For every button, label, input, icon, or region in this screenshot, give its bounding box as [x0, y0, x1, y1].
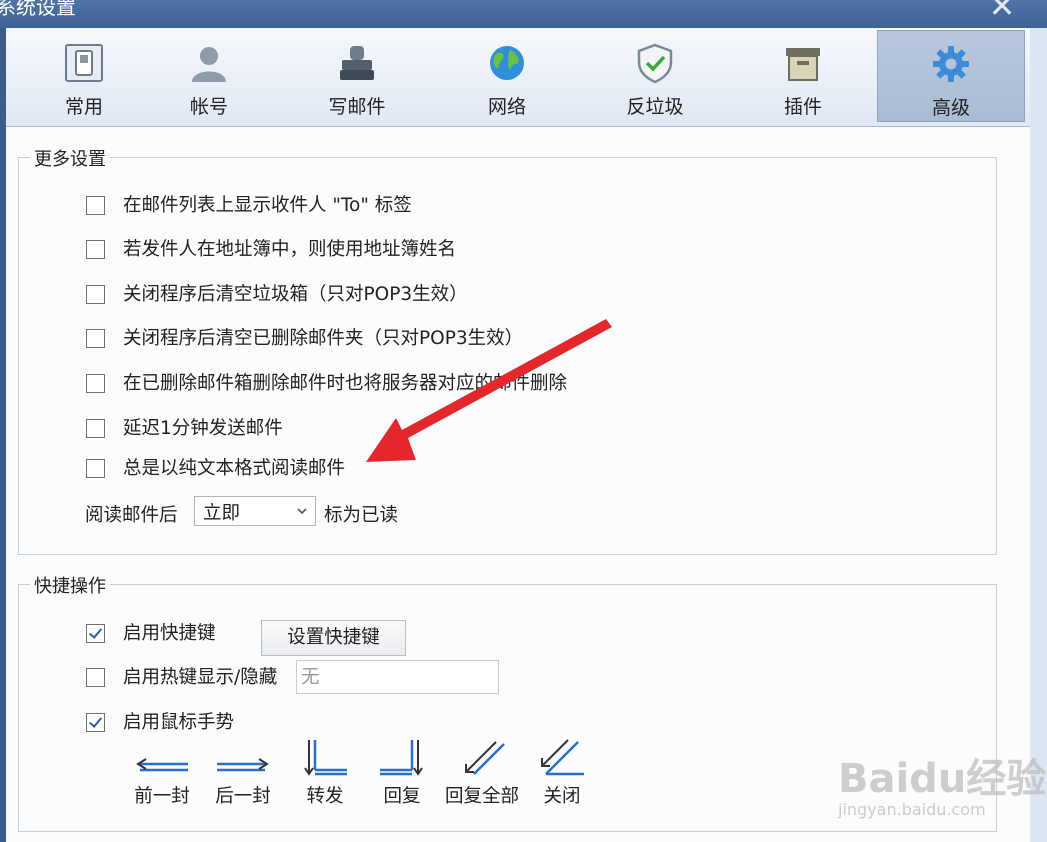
- read-after-label: 阅读邮件后: [85, 505, 178, 526]
- stamp-icon: [340, 46, 374, 80]
- window-title: 系统设置: [0, 0, 76, 19]
- option-label: 若发件人在地址簿中，则使用地址簿姓名: [123, 239, 457, 260]
- gesture-label: 后一封: [215, 786, 271, 807]
- option-label: 延迟1分钟发送邮件: [123, 418, 283, 439]
- tab-label: 插件: [783, 96, 822, 118]
- checkbox[interactable]: [86, 374, 105, 393]
- tab-label: 写邮件: [328, 96, 386, 118]
- checkbox[interactable]: [86, 713, 105, 732]
- down-left-icon: [380, 740, 423, 776]
- gesture-label: 回复全部: [444, 786, 519, 807]
- watermark-brand: Baidu经验: [838, 756, 1047, 802]
- mark-read-label: 标为已读: [324, 505, 399, 526]
- chevron-down-icon: [297, 508, 307, 515]
- group-title: 快捷操作: [30, 572, 110, 598]
- tab-network[interactable]: 网络: [433, 30, 581, 122]
- select-value: 立即: [203, 503, 241, 524]
- set-hotkeys-button[interactable]: 设置快捷键: [261, 620, 406, 656]
- down-right-icon: [304, 740, 347, 776]
- tab-antispam[interactable]: 反垃圾: [581, 30, 729, 122]
- gear-icon: [933, 46, 969, 82]
- group-title: 更多设置: [30, 145, 110, 171]
- checkbox[interactable]: [86, 285, 105, 304]
- checkbox[interactable]: [86, 240, 105, 259]
- tab-label: 高级: [931, 97, 970, 119]
- gesture-forward[interactable]: 转发: [285, 736, 365, 808]
- user-icon: [192, 47, 226, 82]
- gesture-label: 转发: [306, 786, 344, 807]
- settings-toolbar: 常用 帐号 写邮件 网络 反垃圾 插件 高级: [6, 28, 1030, 127]
- baidu-watermark: Baidu经验 jingyan.baidu.com: [838, 736, 1046, 826]
- checkbox[interactable]: [86, 419, 105, 438]
- arrow-right-icon: [217, 758, 269, 772]
- switch-icon: [65, 44, 103, 82]
- settings-window: 常用 帐号 写邮件 网络 反垃圾 插件 高级 更多设置 在邮件列表上显示收件人 …: [6, 28, 1030, 842]
- option-label: 启用热键显示/隐藏: [123, 667, 278, 688]
- box-icon: [786, 48, 820, 81]
- close-button[interactable]: ✕: [984, 0, 1020, 22]
- checkbox[interactable]: [86, 459, 105, 478]
- gesture-previous[interactable]: 前一封: [122, 736, 202, 808]
- tab-plugins[interactable]: 插件: [729, 30, 877, 122]
- gesture-next[interactable]: 后一封: [203, 736, 283, 808]
- tab-compose[interactable]: 写邮件: [283, 30, 431, 122]
- tab-label: 反垃圾: [626, 96, 684, 118]
- option-label: 在邮件列表上显示收件人 "To" 标签: [123, 195, 412, 216]
- tab-account[interactable]: 帐号: [135, 30, 283, 122]
- shield-icon: [637, 43, 673, 84]
- gesture-reply[interactable]: 回复: [362, 736, 442, 808]
- checkbox[interactable]: [86, 668, 105, 687]
- option-label: 总是以纯文本格式阅读邮件: [123, 458, 346, 479]
- checkbox[interactable]: [86, 624, 105, 643]
- show-hide-hotkey-field[interactable]: 无: [296, 660, 499, 694]
- option-label: 在已删除邮件箱删除邮件时也将服务器对应的邮件删除: [123, 373, 568, 394]
- gesture-label: 前一封: [134, 786, 190, 807]
- option-label: 关闭程序后清空垃圾箱（只对POP3生效）: [123, 284, 468, 305]
- arrow-left-icon: [136, 758, 188, 772]
- checkbox[interactable]: [86, 329, 105, 348]
- close-icon: ✕: [988, 0, 1016, 25]
- gesture-reply-all[interactable]: 回复全部: [442, 736, 522, 808]
- option-label: 关闭程序后清空已删除邮件夹（只对POP3生效）: [123, 328, 524, 349]
- diagonal-left-icon: [465, 741, 505, 775]
- title-bar: 系统设置 ✕: [0, 0, 1047, 28]
- option-label: 启用鼠标手势: [123, 712, 235, 733]
- watermark-url: jingyan.baidu.com: [838, 800, 986, 819]
- gesture-label: 关闭: [543, 786, 581, 807]
- option-label: 启用快捷键: [123, 623, 216, 644]
- tab-label: 帐号: [189, 96, 228, 118]
- globe-icon: [490, 46, 524, 80]
- diagonal-close-icon: [541, 739, 584, 776]
- window-edge: [1030, 28, 1047, 842]
- tab-advanced[interactable]: 高级: [877, 30, 1025, 122]
- mark-read-select[interactable]: 立即: [194, 496, 316, 526]
- tab-label: 网络: [487, 96, 526, 118]
- checkbox[interactable]: [86, 196, 105, 215]
- gesture-close[interactable]: 关闭: [522, 736, 602, 808]
- gesture-label: 回复: [383, 786, 421, 807]
